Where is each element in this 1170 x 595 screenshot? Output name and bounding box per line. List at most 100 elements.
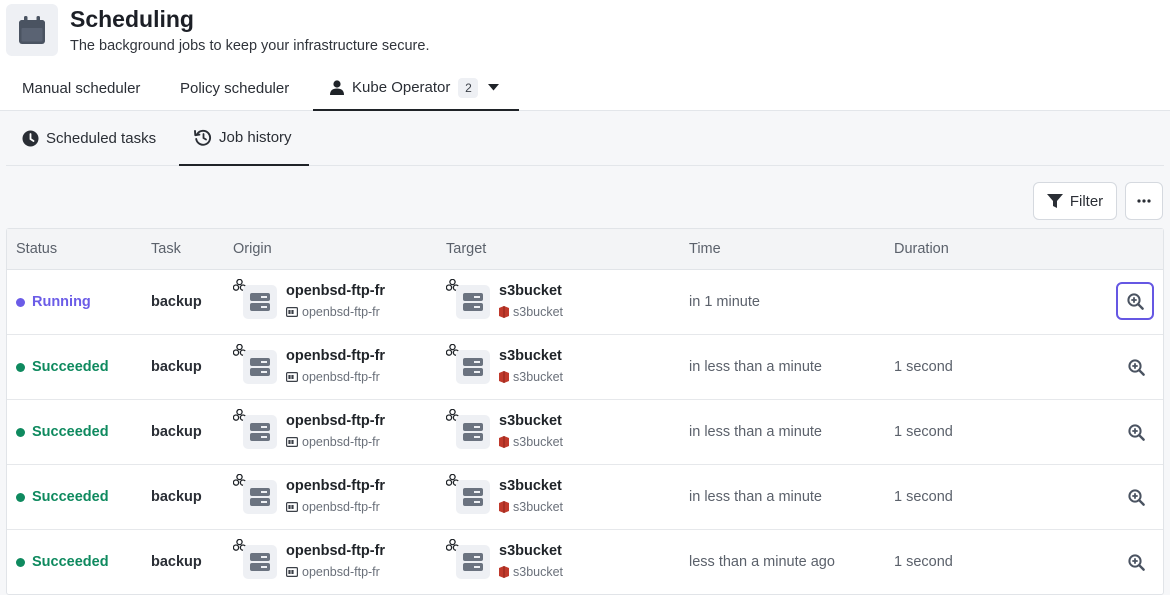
column-header-task[interactable]: Task xyxy=(151,241,181,257)
target-name: s3bucket xyxy=(499,348,562,364)
table-header: Status Task Origin Target Time Duration xyxy=(7,229,1163,270)
origin-sub-label: openbsd-ftp-fr xyxy=(302,565,380,579)
origin-subtitle: openbsd-ftp-fr xyxy=(286,370,380,384)
inspect-button[interactable] xyxy=(1118,414,1154,450)
status-label: Running xyxy=(32,294,91,310)
column-header-target[interactable]: Target xyxy=(446,241,486,257)
server-icon xyxy=(243,415,277,449)
origin-subtitle: openbsd-ftp-fr xyxy=(286,435,380,449)
tab-label: Scheduled tasks xyxy=(46,129,157,147)
secondary-tabs: Scheduled tasks Job history xyxy=(6,111,1164,166)
inspect-button[interactable] xyxy=(1116,282,1154,320)
status-badge: Succeeded xyxy=(16,359,109,375)
origin-sub-label: openbsd-ftp-fr xyxy=(302,500,380,514)
origin-subtitle: openbsd-ftp-fr xyxy=(286,565,380,579)
status-label: Succeeded xyxy=(32,359,109,375)
inspect-button[interactable] xyxy=(1118,349,1154,385)
target-subtitle: s3bucket xyxy=(499,565,563,579)
job-history-panel: Scheduled tasks Job history Filter Statu… xyxy=(0,111,1170,595)
target-name: s3bucket xyxy=(499,413,562,429)
status-badge: Succeeded xyxy=(16,424,109,440)
server-icon xyxy=(243,285,277,319)
ftp-server-icon xyxy=(286,437,298,447)
primary-tabs: Manual scheduler Policy scheduler Kube O… xyxy=(0,66,1170,111)
target-name: s3bucket xyxy=(499,478,562,494)
server-icon xyxy=(456,480,490,514)
page-header: Scheduling The background jobs to keep y… xyxy=(6,4,1166,58)
target-subtitle: s3bucket xyxy=(499,305,563,319)
column-header-status[interactable]: Status xyxy=(16,241,57,257)
table-row[interactable]: Succeeded backup openbsd-ftp-fr openbsd-… xyxy=(7,465,1163,530)
job-time: in 1 minute xyxy=(689,294,760,310)
user-icon xyxy=(330,80,344,95)
table-row[interactable]: Succeeded backup openbsd-ftp-fr openbsd-… xyxy=(7,335,1163,400)
target-subtitle: s3bucket xyxy=(499,500,563,514)
job-time: less than a minute ago xyxy=(689,554,835,570)
table-row[interactable]: Succeeded backup openbsd-ftp-fr openbsd-… xyxy=(7,530,1163,595)
target-name: s3bucket xyxy=(499,283,562,299)
server-icon xyxy=(456,415,490,449)
s3-bucket-icon xyxy=(499,436,509,448)
ftp-server-icon xyxy=(286,567,298,577)
status-dot xyxy=(16,557,25,567)
tab-label: Policy scheduler xyxy=(180,80,290,97)
origin-subtitle: openbsd-ftp-fr xyxy=(286,500,380,514)
origin-name: openbsd-ftp-fr xyxy=(286,543,386,559)
calendar-icon xyxy=(6,4,58,56)
column-header-origin[interactable]: Origin xyxy=(233,241,272,257)
more-options-button[interactable] xyxy=(1125,182,1163,220)
status-label: Succeeded xyxy=(32,424,109,440)
ftp-server-icon xyxy=(286,502,298,512)
zoom-in-icon xyxy=(1127,488,1145,506)
job-time: in less than a minute xyxy=(689,424,822,440)
inspect-button[interactable] xyxy=(1118,544,1154,580)
s3-bucket-icon xyxy=(499,501,509,513)
target-name: s3bucket xyxy=(499,543,562,559)
zoom-in-icon xyxy=(1127,423,1145,441)
task-name: backup xyxy=(151,294,202,310)
task-name: backup xyxy=(151,424,202,440)
status-dot xyxy=(16,492,25,502)
column-header-duration[interactable]: Duration xyxy=(894,241,949,257)
table-row[interactable]: Running backup openbsd-ftp-fr openbsd-ft… xyxy=(7,270,1163,335)
job-history-table: Status Task Origin Target Time Duration … xyxy=(6,228,1164,595)
filter-label: Filter xyxy=(1069,192,1104,210)
target-subtitle: s3bucket xyxy=(499,370,563,384)
zoom-in-icon xyxy=(1126,292,1144,310)
server-icon xyxy=(456,350,490,384)
s3-bucket-icon xyxy=(499,566,509,578)
status-label: Succeeded xyxy=(32,554,109,570)
ftp-server-icon xyxy=(286,372,298,382)
chevron-down-icon[interactable] xyxy=(488,84,500,91)
status-dot xyxy=(16,362,25,372)
status-badge: Succeeded xyxy=(16,554,109,570)
inspect-button[interactable] xyxy=(1118,479,1154,515)
tab-manual-scheduler[interactable]: Manual scheduler xyxy=(22,66,140,111)
ftp-server-icon xyxy=(286,307,298,317)
tab-count-badge: 2 xyxy=(458,77,479,98)
s3-bucket-icon xyxy=(499,371,509,383)
tab-policy-scheduler[interactable]: Policy scheduler xyxy=(180,66,289,111)
status-badge: Succeeded xyxy=(16,489,109,505)
target-sub-label: s3bucket xyxy=(513,500,564,514)
status-badge: Running xyxy=(16,294,91,310)
status-dot xyxy=(16,297,25,307)
tab-scheduled-tasks[interactable]: Scheduled tasks xyxy=(22,111,156,165)
page-subtitle: The background jobs to keep your infrast… xyxy=(70,38,430,54)
server-icon xyxy=(456,545,490,579)
origin-name: openbsd-ftp-fr xyxy=(286,478,386,494)
tab-label: Kube Operator xyxy=(352,79,451,96)
job-time: in less than a minute xyxy=(689,489,822,505)
tab-kube-operator[interactable]: Kube Operator 2 xyxy=(313,66,519,111)
task-name: backup xyxy=(151,359,202,375)
job-duration: 1 second xyxy=(894,424,953,440)
clock-icon xyxy=(22,130,39,147)
origin-sub-label: openbsd-ftp-fr xyxy=(302,435,380,449)
job-time: in less than a minute xyxy=(689,359,822,375)
column-header-time[interactable]: Time xyxy=(689,241,721,257)
tab-job-history[interactable]: Job history xyxy=(179,111,309,166)
filter-button[interactable]: Filter xyxy=(1033,182,1117,220)
page-title: Scheduling xyxy=(70,6,194,32)
ellipsis-icon xyxy=(1137,199,1151,203)
table-row[interactable]: Succeeded backup openbsd-ftp-fr openbsd-… xyxy=(7,400,1163,465)
